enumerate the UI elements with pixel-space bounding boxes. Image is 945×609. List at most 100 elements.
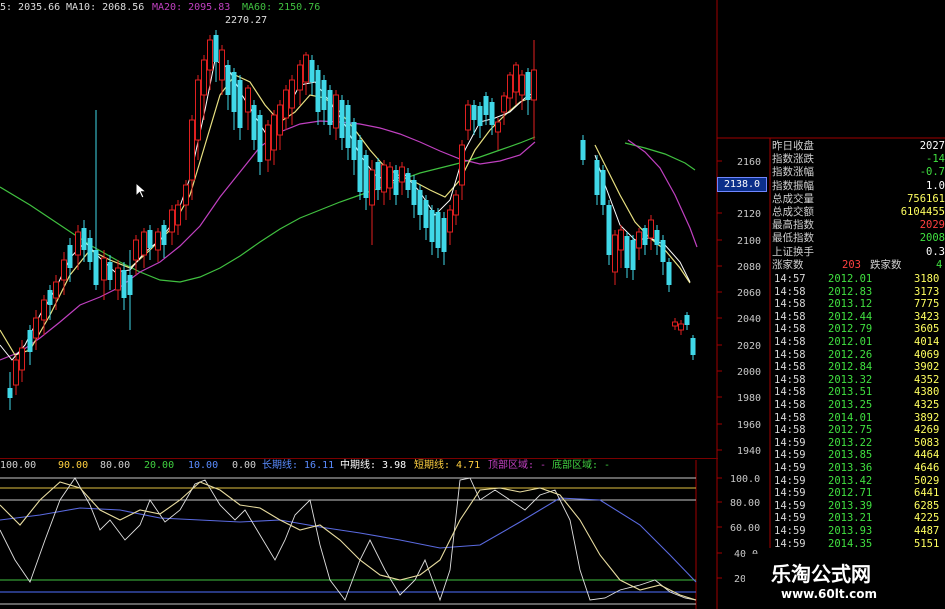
tick-row[interactable]: 14:59 2013.22 5083 — [770, 437, 945, 450]
down-candle — [441, 212, 447, 265]
up-candle — [219, 45, 225, 95]
down-candle — [660, 235, 666, 275]
tick-volume: 4464 — [914, 449, 940, 462]
index-info-row: 昨日收盘 2027 — [770, 140, 945, 153]
svg-text:2120: 2120 — [737, 209, 761, 220]
tick-price: 2012.26 — [828, 348, 873, 361]
up-candle — [189, 115, 195, 200]
tick-price: 2013.39 — [828, 499, 873, 512]
svg-text:2000: 2000 — [737, 367, 761, 378]
tick-price: 2013.36 — [828, 462, 873, 474]
svg-text:60.00: 60.00 — [730, 523, 760, 534]
index-info-value: 1.0 — [926, 179, 945, 192]
ma10-label: MA10: 2068.56 — [66, 2, 145, 13]
down-candle — [87, 230, 93, 270]
up-candle — [195, 75, 201, 160]
up-candle — [283, 85, 289, 130]
svg-text:1980: 1980 — [737, 393, 761, 404]
tick-time: 14:59 — [774, 537, 806, 550]
svg-text:1960: 1960 — [737, 420, 761, 431]
index-info-value: -0.7 — [919, 166, 945, 179]
osc-legend-0: 0.00 — [232, 460, 257, 471]
tick-price: 2012.84 — [828, 361, 873, 374]
tick-row[interactable]: 14:59 2013.21 4225 — [770, 512, 945, 525]
tick-price: 2013.42 — [828, 474, 873, 487]
down-candle — [594, 155, 600, 205]
up-candle — [101, 250, 107, 300]
tick-row[interactable]: 14:58 2013.25 4325 — [770, 399, 945, 412]
tick-volume: 4646 — [914, 462, 940, 474]
down-candle — [321, 75, 327, 125]
tick-time: 14:59 — [774, 525, 806, 537]
down-candle — [67, 238, 73, 282]
tick-row[interactable]: 14:58 2012.79 3605 — [770, 323, 945, 336]
up-candle — [648, 215, 654, 250]
price-tick: 1940 — [717, 446, 761, 457]
down-candle — [435, 208, 441, 258]
tick-row[interactable]: 14:59 2013.42 5029 — [770, 475, 945, 488]
tick-time: 14:59 — [774, 474, 806, 487]
index-info-label: 指数涨跌 — [772, 153, 814, 166]
candles — [7, 30, 696, 410]
tick-volume: 7775 — [914, 298, 940, 311]
down-candle — [525, 68, 531, 115]
down-candle — [654, 225, 660, 255]
svg-text:2020: 2020 — [737, 341, 761, 352]
tick-row[interactable]: 14:59 2013.36 4646 — [770, 462, 945, 475]
tick-row[interactable]: 14:59 2013.85 4464 — [770, 449, 945, 462]
tick-time: 14:59 — [774, 499, 806, 512]
tick-row[interactable]: 14:58 2012.26 4069 — [770, 349, 945, 362]
down-candle — [684, 312, 690, 330]
index-info-label: 总成交额 — [772, 206, 814, 218]
osc-legend-long: 长期线: 16.11 — [262, 460, 335, 471]
tick-price: 2012.79 — [828, 323, 873, 336]
up-candle — [381, 160, 387, 205]
price-tick: 1980 — [717, 393, 761, 404]
up-count-label: 涨家数 — [772, 259, 804, 271]
down-candle — [147, 225, 153, 260]
index-info-label: 最高指数 — [772, 219, 814, 232]
tick-row[interactable]: 14:58 2013.32 4352 — [770, 374, 945, 387]
up-candle — [495, 118, 501, 150]
tick-price: 2013.21 — [828, 512, 873, 525]
down-candle — [27, 325, 33, 365]
up-candle — [672, 318, 678, 330]
osc-legend-10: 10.00 — [188, 460, 219, 471]
tick-volume: 6441 — [914, 487, 940, 500]
tick-volume: 5151 — [914, 537, 940, 550]
watermark: 乐淘公式网 www.60lt.com — [745, 554, 945, 609]
up-candle — [61, 252, 67, 295]
tick-row[interactable]: 14:58 2013.12 7775 — [770, 298, 945, 311]
tick-row[interactable]: 14:57 2012.01 3180 — [770, 273, 945, 286]
tick-row[interactable]: 14:58 2012.01 4014 — [770, 336, 945, 349]
tick-row[interactable]: 14:58 2012.83 3173 — [770, 286, 945, 299]
tick-price: 2013.12 — [828, 298, 873, 311]
tick-row[interactable]: 14:58 2012.44 3423 — [770, 311, 945, 324]
price-tick: 2100 — [717, 236, 761, 247]
tick-volume: 4269 — [914, 424, 940, 437]
down-candle — [357, 135, 363, 200]
down-candle — [213, 30, 219, 82]
tick-row[interactable]: 14:59 2013.93 4487 — [770, 525, 945, 538]
tick-row[interactable]: 14:58 2014.01 3892 — [770, 412, 945, 425]
up-candle — [289, 75, 295, 125]
tick-volume: 3423 — [914, 310, 940, 323]
current-price-marker: 2138.0 — [717, 177, 767, 192]
osc-legend-90: 90.00 — [58, 460, 89, 471]
tick-row[interactable]: 14:58 2012.75 4269 — [770, 424, 945, 437]
tick-row[interactable]: 14:59 2012.71 6441 — [770, 487, 945, 500]
tick-price: 2012.01 — [828, 336, 873, 348]
tick-time: 14:58 — [774, 424, 806, 437]
down-candle — [315, 65, 321, 125]
ma20-line-right — [627, 139, 698, 248]
pane-divider — [0, 458, 718, 459]
tick-row[interactable]: 14:59 2013.39 6285 — [770, 500, 945, 513]
tick-row[interactable]: 14:59 2014.35 5151 — [770, 538, 945, 551]
tick-row[interactable]: 14:58 2012.84 3902 — [770, 361, 945, 374]
up-candle — [513, 62, 519, 105]
ma60-line-right — [624, 142, 696, 171]
price-tick: 2060 — [717, 288, 761, 299]
tick-time: 14:58 — [774, 285, 806, 298]
ma60-label: MA60: 2150.76 — [242, 2, 321, 13]
tick-row[interactable]: 14:58 2013.51 4380 — [770, 386, 945, 399]
